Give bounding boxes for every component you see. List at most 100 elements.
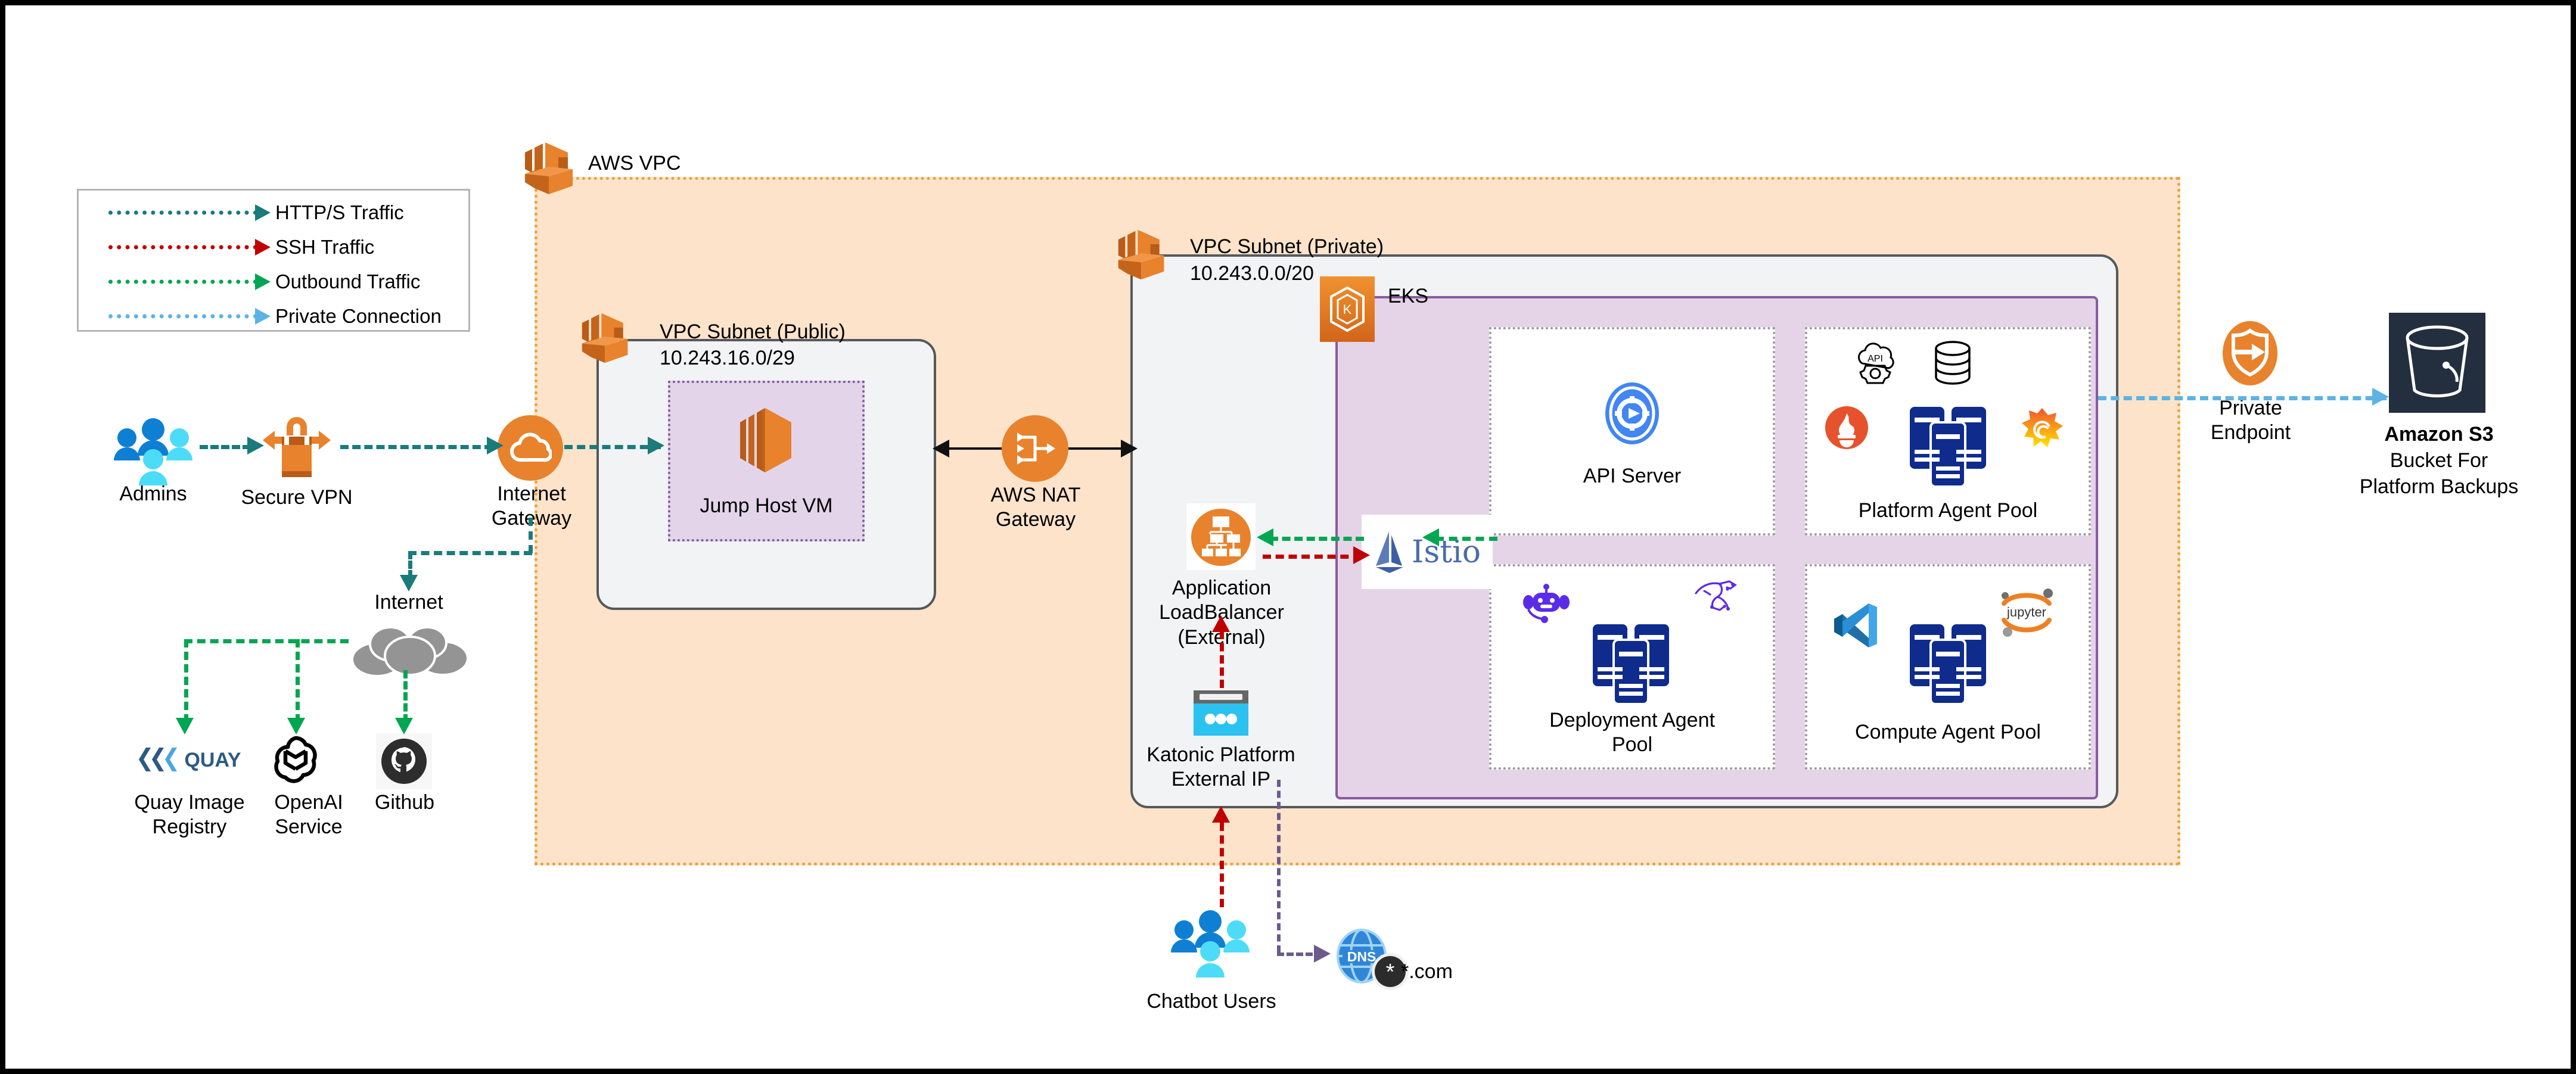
svg-text:API: API bbox=[1867, 354, 1883, 364]
github-label: Github bbox=[374, 791, 435, 814]
arrow-head-icon bbox=[1314, 945, 1331, 963]
internet-cloud-icon bbox=[349, 619, 471, 677]
arrow-head-icon bbox=[1422, 528, 1439, 546]
compute-agent-pool-label: Compute Agent Pool bbox=[1855, 721, 2041, 743]
legend-item-outbound: Outbound Traffic bbox=[79, 264, 468, 299]
api-server-icon bbox=[1599, 381, 1665, 446]
connector-katonicip-to-alb bbox=[1220, 631, 1224, 688]
svg-text:*: * bbox=[1386, 960, 1395, 985]
connector-platform-to-dns-v bbox=[1277, 780, 1281, 952]
svg-text:QUAY: QUAY bbox=[184, 749, 241, 771]
vpc-subnet-public-cidr: 10.243.16.0/29 bbox=[660, 347, 795, 369]
arrow-head-icon bbox=[395, 718, 413, 734]
private-endpoint-icon bbox=[2218, 319, 2282, 388]
legend-label-ssh: SSH Traffic bbox=[275, 236, 375, 258]
aws-vpc-icon bbox=[521, 139, 579, 197]
jump-host-vm-label: Jump Host VM bbox=[700, 494, 833, 517]
istio-service-mesh-card: Istio bbox=[1362, 515, 1493, 589]
dotted-arrow-icon bbox=[108, 210, 257, 215]
dotted-arrow-icon bbox=[108, 314, 257, 319]
arrow-head-icon bbox=[287, 718, 305, 734]
vpc-subnet-private-title: VPC Subnet (Private) bbox=[1190, 235, 1384, 258]
private-endpoint-label: Private Endpoint bbox=[2210, 397, 2291, 444]
aws-vpc-label: AWS VPC bbox=[588, 152, 681, 175]
connector-vpn-to-igw bbox=[340, 445, 493, 449]
vpc-subnet-public-title: VPC Subnet (Public) bbox=[660, 320, 846, 343]
server-stack-icon bbox=[1900, 616, 1996, 711]
connector-internet-to-openai bbox=[296, 639, 300, 723]
connector-nat-to-subnetprivate bbox=[1068, 447, 1124, 450]
api-server-label: API Server bbox=[1583, 465, 1682, 487]
deployment-agent-pool-label: Deployment Agent Pool bbox=[1549, 709, 1715, 756]
arrow-head-icon bbox=[1257, 528, 1273, 546]
legend-label-outbound: Outbound Traffic bbox=[275, 270, 421, 292]
amazon-s3-subtitle-1: Bucket For bbox=[2389, 449, 2488, 472]
connector-internet-outbound-h bbox=[184, 639, 349, 643]
ec2-instance-icon bbox=[729, 404, 801, 476]
github-icon bbox=[376, 733, 432, 789]
vpc-subnet-private-icon bbox=[1115, 227, 1170, 282]
grafana-icon bbox=[2018, 406, 2066, 453]
chatbot-robot-icon bbox=[1521, 582, 1572, 624]
connector-apiserver-to-istio bbox=[1435, 537, 1497, 541]
platform-agent-pool-label: Platform Agent Pool bbox=[1858, 499, 2038, 522]
internet-label: Internet bbox=[374, 591, 443, 614]
amazon-s3-bucket-icon bbox=[2389, 313, 2485, 413]
connector-chatbotusers-to-katonicip bbox=[1220, 823, 1224, 907]
admins-label: Admins bbox=[119, 482, 187, 505]
arrow-head-icon bbox=[1212, 806, 1230, 823]
connector-igw-to-jumphost bbox=[564, 445, 661, 449]
svg-text:K: K bbox=[1343, 302, 1352, 317]
istio-sail-icon bbox=[1375, 531, 1403, 573]
aws-nat-gateway-icon bbox=[1002, 415, 1068, 482]
eks-icon: K bbox=[1320, 276, 1375, 342]
arrow-head-icon bbox=[247, 437, 264, 454]
katonic-external-ip-icon bbox=[1192, 689, 1250, 737]
arrow-head-icon bbox=[1212, 615, 1230, 632]
arrow-head-icon bbox=[255, 308, 271, 325]
arrow-head-icon bbox=[255, 273, 271, 290]
connector-admins-to-vpn bbox=[200, 445, 251, 449]
legend-item-ssh: SSH Traffic bbox=[79, 230, 468, 264]
vpc-subnet-public-icon bbox=[579, 310, 633, 365]
legend-panel: HTTP/S Traffic SSH Traffic Outbound Traf… bbox=[77, 189, 470, 332]
quay-label: Quay Image Registry bbox=[134, 791, 245, 839]
dns-domain-label: *.com bbox=[1401, 960, 1453, 983]
openai-icon bbox=[268, 731, 324, 787]
quay-icon: QUAY bbox=[135, 743, 246, 776]
arrow-head-icon bbox=[2372, 388, 2389, 406]
prometheus-icon bbox=[1825, 406, 1869, 450]
legend-label-private: Private Connection bbox=[275, 305, 442, 327]
legend-item-http: HTTP/S Traffic bbox=[79, 195, 468, 230]
chatbot-users-label: Chatbot Users bbox=[1146, 990, 1276, 1013]
connector-internet-to-quay bbox=[184, 639, 188, 723]
secure-vpn-label: Secure VPN bbox=[241, 486, 353, 509]
diagram-canvas: HTTP/S Traffic SSH Traffic Outbound Traf… bbox=[0, 0, 2576, 1074]
dotted-arrow-icon bbox=[108, 279, 257, 284]
admins-icon bbox=[111, 416, 195, 488]
connector-igw-to-internet-h bbox=[408, 551, 532, 555]
amazon-s3-title: Amazon S3 bbox=[2384, 423, 2494, 446]
server-stack-icon bbox=[1900, 399, 1996, 494]
arrow-head-icon bbox=[400, 575, 418, 592]
connector-internet-to-github bbox=[403, 670, 408, 723]
amazon-s3-subtitle-2: Platform Backups bbox=[2359, 475, 2519, 498]
connector-subnetpublic-to-nat bbox=[947, 447, 1002, 450]
api-gear-cloud-icon: API bbox=[1853, 342, 1898, 387]
arrow-head-icon bbox=[1121, 440, 1138, 457]
legend-item-private: Private Connection bbox=[79, 299, 468, 334]
arrow-head-icon bbox=[176, 718, 194, 734]
arrow-head-icon bbox=[255, 204, 271, 221]
svg-text:jupyter: jupyter bbox=[2006, 605, 2046, 620]
aws-nat-gateway-label: AWS NAT Gateway bbox=[990, 484, 1081, 531]
dotted-arrow-icon bbox=[108, 245, 257, 250]
connector-eks-to-s3-private bbox=[2098, 396, 2387, 400]
database-icon bbox=[1930, 340, 1975, 388]
mlflow-kangaroo-icon bbox=[1693, 579, 1740, 614]
eks-label: EKS bbox=[1388, 285, 1429, 307]
application-load-balancer-icon bbox=[1186, 503, 1256, 570]
secure-vpn-icon bbox=[258, 409, 335, 487]
legend-label-http: HTTP/S Traffic bbox=[275, 201, 404, 223]
arrow-head-icon bbox=[487, 437, 504, 454]
arrow-head-icon bbox=[255, 239, 271, 256]
